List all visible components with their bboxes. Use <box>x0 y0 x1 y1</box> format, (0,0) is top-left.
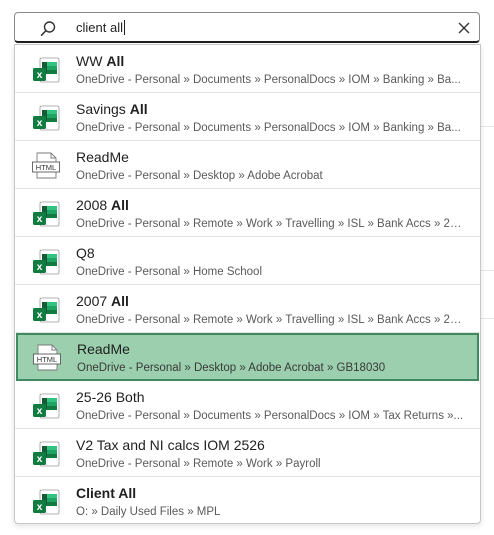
result-title: 2007 All <box>76 293 129 309</box>
search-box[interactable]: client all <box>14 12 480 43</box>
excel-file-icon: x <box>33 105 60 131</box>
result-title-match: All <box>106 53 125 69</box>
html-icon-label: HTML <box>37 355 57 364</box>
result-title-text: ReadMe <box>77 341 130 357</box>
search-result-item[interactable]: x V2 Tax and NI calcs IOM 2526 OneDrive -… <box>15 429 480 477</box>
result-title: 25-26 Both <box>76 389 145 405</box>
search-result-item[interactable]: x Q8 OneDrive - Personal » Home School <box>15 237 480 285</box>
search-result-item[interactable]: x 2007 All OneDrive - Personal » Remote »… <box>15 285 480 333</box>
result-title-text: V2 Tax and NI calcs IOM 2526 <box>76 437 265 453</box>
result-title-text: 2008 <box>76 197 112 213</box>
excel-file-icon: x <box>33 393 60 419</box>
result-path: OneDrive - Personal » Documents » Person… <box>76 122 461 134</box>
svg-text:x: x <box>37 502 43 513</box>
result-path: OneDrive - Personal » Remote » Work » Tr… <box>76 314 464 326</box>
result-path: O: » Daily Used Files » MPL <box>76 506 221 518</box>
result-title: 2008 All <box>76 197 129 213</box>
result-title: Client All <box>76 485 136 501</box>
excel-file-icon: x <box>33 441 60 467</box>
search-result-item[interactable]: x 25-26 Both OneDrive - Personal » Docume… <box>15 381 480 429</box>
result-title-text: 25-26 Both <box>76 389 145 405</box>
search-results-list: x WW All OneDrive - Personal » Documents … <box>14 44 481 524</box>
result-title-text: Savings <box>76 101 130 117</box>
result-path: OneDrive - Personal » Home School <box>76 266 262 278</box>
svg-text:x: x <box>37 262 43 273</box>
background-divider <box>480 126 494 127</box>
excel-file-icon: x <box>33 489 60 515</box>
html-file-icon: HTML <box>33 344 61 371</box>
text-caret <box>123 20 125 35</box>
search-result-item[interactable]: x 2008 All OneDrive - Personal » Remote »… <box>15 189 480 237</box>
result-title-match: Client All <box>76 485 137 501</box>
result-path: OneDrive - Personal » Desktop » Adobe Ac… <box>77 362 386 374</box>
result-title-text: 2007 <box>76 293 112 309</box>
excel-file-icon: x <box>33 57 60 83</box>
svg-text:x: x <box>37 406 43 417</box>
search-result-item[interactable]: x Savings All OneDrive - Personal » Docum… <box>15 93 480 141</box>
search-result-item[interactable]: HTML ReadMe OneDrive - Personal » Desktop … <box>16 333 479 381</box>
result-title-match: All <box>111 293 129 309</box>
result-title: ReadMe <box>77 341 130 357</box>
excel-file-icon: x <box>33 249 60 275</box>
svg-text:x: x <box>37 454 43 465</box>
result-path: OneDrive - Personal » Remote » Work » Tr… <box>76 218 464 230</box>
excel-file-icon: x <box>33 201 60 227</box>
svg-text:x: x <box>37 310 43 321</box>
result-path: OneDrive - Personal » Desktop » Adobe Ac… <box>76 170 323 182</box>
result-title: ReadMe <box>76 149 129 165</box>
result-title-match: All <box>129 101 148 117</box>
html-icon-label: HTML <box>36 163 56 172</box>
result-title-text: WW <box>76 53 107 69</box>
result-path: OneDrive - Personal » Documents » Person… <box>76 74 461 86</box>
search-result-item[interactable]: x Client All O: » Daily Used Files » MPL <box>15 477 480 523</box>
search-icon <box>40 21 56 36</box>
result-title: Savings All <box>76 101 148 117</box>
result-title: Q8 <box>76 245 95 261</box>
result-title-text: Q8 <box>76 245 95 261</box>
background-divider <box>480 318 494 319</box>
excel-file-icon: x <box>33 297 60 323</box>
search-input[interactable]: client all <box>76 20 125 35</box>
search-result-item[interactable]: x WW All OneDrive - Personal » Documents … <box>15 45 480 93</box>
svg-text:x: x <box>37 214 43 225</box>
background-divider <box>480 270 494 271</box>
clear-search-icon[interactable] <box>457 21 471 35</box>
html-file-icon: HTML <box>32 152 60 179</box>
result-title: WW All <box>76 53 124 69</box>
result-title-match: All <box>111 197 129 213</box>
result-title-text: ReadMe <box>76 149 129 165</box>
svg-text:x: x <box>37 70 43 81</box>
search-result-item[interactable]: HTML ReadMe OneDrive - Personal » Desktop … <box>15 141 480 189</box>
result-title: V2 Tax and NI calcs IOM 2526 <box>76 437 265 453</box>
result-path: OneDrive - Personal » Remote » Work » Pa… <box>76 458 321 470</box>
result-path: OneDrive - Personal » Documents » Person… <box>76 410 464 422</box>
svg-text:x: x <box>37 118 43 129</box>
